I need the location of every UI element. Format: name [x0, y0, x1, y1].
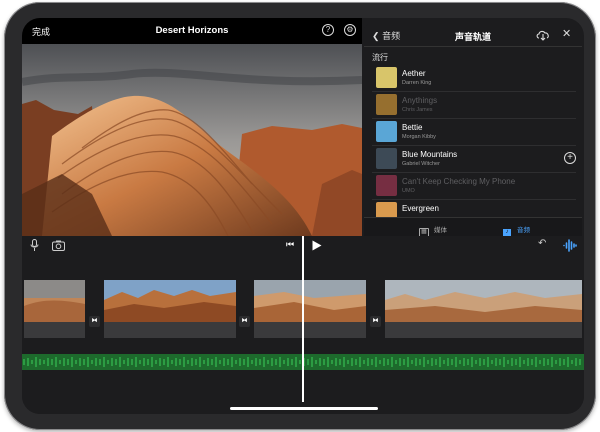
tab-audio-label: 音频 [517, 227, 530, 234]
cloud-download-icon[interactable] [536, 29, 550, 41]
track-name: Aether [402, 69, 426, 78]
album-art [376, 175, 397, 196]
album-art [376, 148, 397, 169]
desert-landscape-image [22, 44, 362, 236]
track-artist: Chris James [402, 107, 433, 113]
track-row[interactable]: Bettie Morgan Kibby [372, 118, 576, 146]
track-name: Bettie [402, 123, 423, 132]
clip-thumbnail [385, 280, 582, 322]
clip-thumbnail [254, 280, 366, 322]
track-artist: Morgan Kibby [402, 134, 436, 140]
video-clip[interactable] [254, 280, 366, 338]
transition-button[interactable]: ⧓ [370, 316, 381, 327]
home-indicator [230, 407, 378, 410]
track-artist: Darren King [402, 80, 432, 86]
video-preview [22, 44, 362, 236]
gear-icon[interactable]: ⚙ [344, 24, 356, 36]
playhead[interactable] [302, 236, 304, 402]
section-header: 流行 [372, 53, 388, 62]
help-icon[interactable]: ? [322, 24, 334, 36]
track-name: Blue Mountains [402, 150, 458, 159]
clip-bar [104, 322, 236, 338]
add-track-button[interactable]: + [564, 152, 576, 164]
album-art [376, 67, 397, 88]
clip-bar [254, 322, 366, 338]
soundtrack-panel: ❮ 音频 声音轨道 ✕ 流行 Aether Darren King Anythi… [364, 24, 582, 242]
track-name: Anythings [402, 96, 438, 105]
clip-bar [385, 322, 582, 338]
tab-media-label: 媒体 [434, 227, 447, 234]
video-clip[interactable] [24, 280, 85, 338]
audio-waveform-icon[interactable] [563, 239, 577, 252]
track-row[interactable]: Aether Darren King [372, 64, 576, 92]
transition-button[interactable]: ⧓ [89, 316, 100, 327]
track-row[interactable]: Blue Mountains Gabriel Witcher + [372, 145, 576, 173]
track-artist: Gabriel Witcher [402, 161, 440, 167]
clip-bar [24, 322, 85, 338]
camera-icon[interactable] [52, 240, 65, 251]
microphone-icon[interactable] [30, 239, 39, 252]
panel-header: ❮ 音频 声音轨道 ✕ [364, 24, 582, 47]
track-row[interactable]: Anythings Chris James [372, 91, 576, 119]
track-name: Can't Keep Checking My Phone [402, 177, 516, 186]
skip-to-start-icon[interactable]: ⏮ [286, 239, 294, 250]
track-artist: UMO [402, 188, 415, 194]
close-icon[interactable]: ✕ [562, 27, 571, 40]
play-button[interactable] [312, 240, 322, 251]
ipad-frame: 完成 Desert Horizons ? ⚙ ❮ 音频 声音轨道 ✕ 流行 Ae… [4, 2, 596, 430]
video-clip[interactable] [104, 280, 236, 338]
clip-thumbnail [104, 280, 236, 322]
album-art [376, 94, 397, 115]
album-art [376, 121, 397, 142]
undo-icon[interactable]: ↶ [538, 238, 546, 249]
screen: 完成 Desert Horizons ? ⚙ ❮ 音频 声音轨道 ✕ 流行 Ae… [22, 18, 584, 414]
editor-header: 完成 Desert Horizons ? ⚙ [22, 18, 362, 44]
video-clip[interactable] [385, 280, 582, 338]
track-name: Evergreen [402, 204, 439, 213]
transition-button[interactable]: ⧓ [239, 316, 250, 327]
track-row[interactable]: Can't Keep Checking My Phone UMO [372, 172, 576, 200]
clip-thumbnail [24, 280, 85, 322]
project-title: Desert Horizons [155, 25, 229, 36]
